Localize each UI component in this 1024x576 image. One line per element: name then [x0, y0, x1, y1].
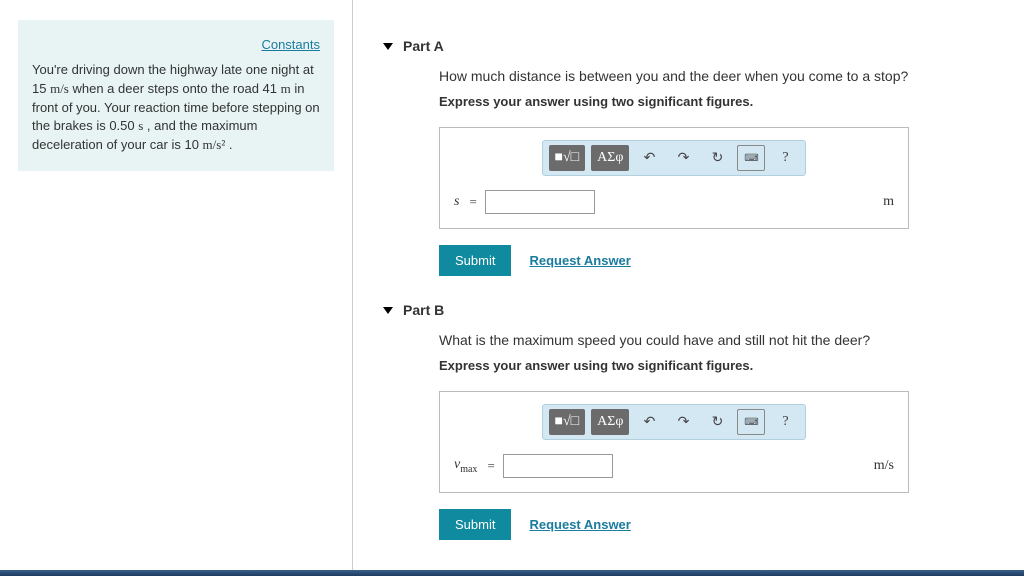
part-b-input-row: vmax = m/s [454, 454, 894, 478]
format-button[interactable]: ■√□ [549, 409, 586, 435]
info-line5-pre: deceleration of your car is 10 [32, 137, 203, 152]
info-line4-pre: the brakes is 0.50 [32, 118, 138, 133]
part-a-answer-input[interactable] [485, 190, 595, 214]
part-b-variable: vmax [454, 457, 477, 475]
part-a-toolbar: ■√□ ΑΣφ ↶ ↷ ↻ ⌨ ? [542, 140, 807, 176]
keyboard-icon[interactable]: ⌨ [737, 409, 765, 435]
reset-icon[interactable]: ↻ [703, 145, 731, 171]
equals-sign: = [487, 458, 494, 474]
part-a-submit-button[interactable]: Submit [439, 245, 511, 276]
part-a-label: Part A [403, 38, 444, 54]
undo-icon[interactable]: ↶ [635, 409, 663, 435]
help-icon[interactable]: ? [771, 409, 799, 435]
part-b-label: Part B [403, 302, 444, 318]
info-line1: You're driving down the highway late one… [32, 62, 314, 77]
part-a-answer-box: ■√□ ΑΣφ ↶ ↷ ↻ ⌨ ? s = m [439, 127, 909, 229]
part-a-instruction: Express your answer using two significan… [439, 94, 994, 109]
part-b-question: What is the maximum speed you could have… [439, 332, 994, 348]
undo-icon[interactable]: ↶ [635, 145, 663, 171]
page-container: Constants You're driving down the highwa… [0, 0, 1024, 576]
reset-icon[interactable]: ↻ [703, 409, 731, 435]
part-b-unit: m/s [874, 458, 894, 474]
part-a-request-answer-link[interactable]: Request Answer [529, 253, 630, 268]
info-line2-post: in [291, 81, 305, 96]
part-a-body: How much distance is between you and the… [383, 68, 994, 276]
info-line2-pre: 15 [32, 81, 50, 96]
os-taskbar[interactable] [0, 570, 1024, 576]
problem-info-box: Constants You're driving down the highwa… [18, 20, 334, 171]
help-icon[interactable]: ? [771, 145, 799, 171]
part-a-submit-row: Submit Request Answer [439, 245, 994, 276]
part-b-instruction: Express your answer using two significan… [439, 358, 994, 373]
part-a-input-row: s = m [454, 190, 894, 214]
info-line5-post: . [225, 137, 232, 152]
constants-link[interactable]: Constants [32, 36, 320, 55]
info-line2-mid: when a deer steps onto the road 41 [69, 81, 281, 96]
format-button[interactable]: ■√□ [549, 145, 586, 171]
part-b-toolbar: ■√□ ΑΣφ ↶ ↷ ↻ ⌨ ? [542, 404, 807, 440]
part-b-body: What is the maximum speed you could have… [383, 332, 994, 540]
info-unit-ms2: m/s² [203, 137, 226, 152]
part-a-variable: s [454, 194, 459, 210]
equals-sign: = [469, 194, 476, 210]
part-b-submit-button[interactable]: Submit [439, 509, 511, 540]
caret-down-icon [383, 43, 393, 50]
info-line4-post: , and the maximum [143, 118, 257, 133]
caret-down-icon [383, 307, 393, 314]
part-b-submit-row: Submit Request Answer [439, 509, 994, 540]
part-b-answer-box: ■√□ ΑΣφ ↶ ↷ ↻ ⌨ ? vmax = m/s [439, 391, 909, 493]
redo-icon[interactable]: ↷ [669, 145, 697, 171]
greek-button[interactable]: ΑΣφ [591, 409, 629, 435]
info-unit-ms: m/s [50, 81, 69, 96]
left-column: Constants You're driving down the highwa… [0, 0, 352, 576]
part-b-header[interactable]: Part B [383, 302, 994, 318]
part-b-request-answer-link[interactable]: Request Answer [529, 517, 630, 532]
keyboard-icon[interactable]: ⌨ [737, 145, 765, 171]
info-unit-m: m [281, 81, 291, 96]
info-line3: front of you. Your reaction time before … [32, 100, 320, 115]
part-a-question: How much distance is between you and the… [439, 68, 994, 84]
part-a-unit: m [883, 194, 894, 210]
right-column: Part A How much distance is between you … [353, 0, 1024, 576]
greek-button[interactable]: ΑΣφ [591, 145, 629, 171]
part-a-header[interactable]: Part A [383, 38, 994, 54]
part-b-answer-input[interactable] [503, 454, 613, 478]
redo-icon[interactable]: ↷ [669, 409, 697, 435]
